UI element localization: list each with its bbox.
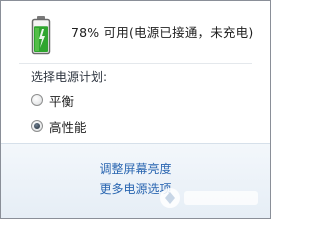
battery-charging-icon xyxy=(31,16,51,55)
adjust-brightness-link[interactable]: 调整屏幕亮度 xyxy=(1,160,270,177)
battery-flyout: 78% 可用(电源已接通，未充电) 选择电源计划: 平衡 高性能 调整屏幕亮度 … xyxy=(0,0,271,219)
radio-balanced[interactable] xyxy=(31,94,43,106)
power-plan-option-high-performance[interactable]: 高性能 xyxy=(31,117,87,135)
power-plan-option-label: 平衡 xyxy=(49,93,75,109)
watermark-logo xyxy=(160,188,258,208)
radio-high-performance[interactable] xyxy=(31,120,43,132)
flyout-footer: 调整屏幕亮度 更多电源选项 xyxy=(1,143,270,218)
battery-status-text: 78% 可用(电源已接通，未充电) xyxy=(71,25,254,40)
separator xyxy=(19,63,252,64)
power-plan-label: 选择电源计划: xyxy=(31,70,108,84)
power-plan-option-balanced[interactable]: 平衡 xyxy=(31,91,74,109)
power-plan-option-label: 高性能 xyxy=(49,119,87,135)
